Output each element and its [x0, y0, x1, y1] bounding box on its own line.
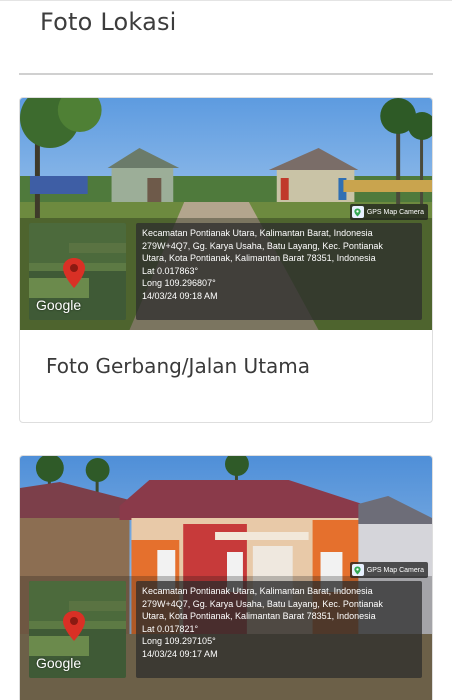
address-line-3: Utara, Kota Pontianak, Kalimantan Barat …: [142, 611, 376, 621]
location-info: Kecamatan Pontianak Utara, Kalimantan Ba…: [136, 223, 422, 320]
gps-camera-label: GPS Map Camera: [366, 566, 424, 574]
location-photo[interactable]: GPS Map Camera Google Kecamatan Pontiana…: [20, 98, 432, 330]
timestamp: 14/03/24 09:18 AM: [142, 290, 218, 301]
map-thumbnail: Google: [29, 223, 126, 320]
latitude: Lat 0.017821°: [142, 623, 199, 634]
map-thumbnail: Google: [29, 581, 126, 678]
gps-camera-label: GPS Map Camera: [366, 208, 424, 216]
longitude: Long 109.297105°: [142, 636, 216, 646]
address-line-1: Kecamatan Pontianak Utara, Kalimantan Ba…: [142, 228, 373, 238]
location-photo[interactable]: GPS Map Camera Google Kecamatan Pontiana…: [20, 456, 432, 700]
latitude: Lat 0.017863°: [142, 265, 199, 276]
gps-camera-badge: GPS Map Camera: [349, 562, 428, 578]
location-info: Kecamatan Pontianak Utara, Kalimantan Ba…: [136, 581, 422, 678]
longitude: Long 109.296807°: [142, 278, 216, 288]
google-logo: Google: [36, 655, 82, 671]
section-divider: [19, 73, 433, 75]
google-logo: Google: [36, 297, 82, 313]
gps-camera-badge: GPS Map Camera: [349, 204, 428, 220]
gps-camera-icon: [351, 206, 364, 218]
address-line-2: 279W+4Q7, Gg. Karya Usaha, Batu Layang, …: [142, 598, 383, 609]
gps-camera-icon: [351, 564, 364, 576]
card-caption: Foto Gerbang/Jalan Utama: [46, 354, 311, 378]
address-line-2: 279W+4Q7, Gg. Karya Usaha, Batu Layang, …: [142, 240, 383, 251]
top-border: [0, 0, 452, 1]
address-line-3: Utara, Kota Pontianak, Kalimantan Barat …: [142, 253, 376, 263]
section-title: Foto Lokasi: [40, 8, 177, 36]
address-line-1: Kecamatan Pontianak Utara, Kalimantan Ba…: [142, 586, 373, 596]
photo-card-gate[interactable]: GPS Map Camera Google Kecamatan Pontiana…: [19, 97, 433, 423]
photo-card-house[interactable]: GPS Map Camera Google Kecamatan Pontiana…: [19, 455, 433, 700]
timestamp: 14/03/24 09:17 AM: [142, 648, 218, 659]
